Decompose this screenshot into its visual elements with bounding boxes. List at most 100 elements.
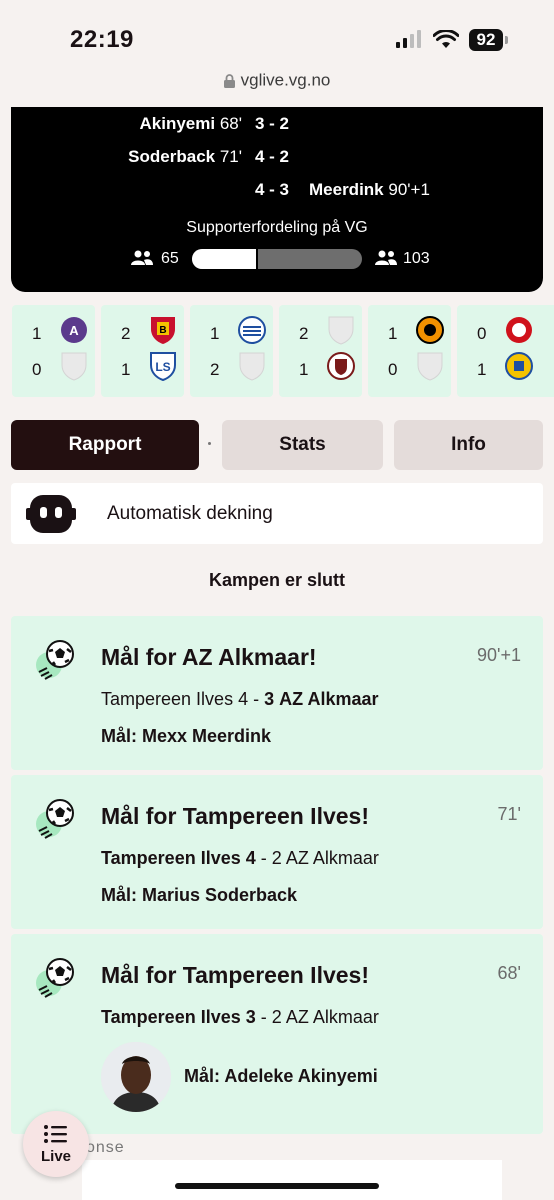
score-card: Akinyemi 68' 3 - 2 Soderback 71' 4 - 2 4… xyxy=(11,107,543,292)
home-score: 1 xyxy=(32,324,42,343)
goal-scorer: Akinyemi xyxy=(139,114,216,133)
tab-stats[interactable]: Stats xyxy=(222,420,383,470)
shield-crest-icon xyxy=(327,352,355,380)
home-score: 1 xyxy=(388,324,398,343)
battery-icon: 92 xyxy=(469,29,503,51)
event-scorer: Mål: Adeleke Akinyemi xyxy=(184,1066,378,1086)
goal-home-2: Soderback 71' xyxy=(11,147,242,167)
event-score: Tampereen Ilves 3 - 2 AZ Alkmaar xyxy=(101,1007,379,1028)
battery-tip xyxy=(505,36,508,44)
bate-crest-icon xyxy=(506,317,532,343)
goal-event-card[interactable]: Mål for Tampereen Ilves! 68' Tampereen I… xyxy=(11,934,543,1134)
supporter-distribution: 65 103 xyxy=(11,247,543,271)
robot-icon xyxy=(26,495,76,533)
match-status: Kampen er slutt xyxy=(208,570,346,590)
other-match-card[interactable]: 1 0 A xyxy=(12,305,95,397)
live-button-label: Live xyxy=(40,1148,71,1165)
score-separator: - xyxy=(255,848,272,868)
home-indicator[interactable] xyxy=(175,1183,379,1189)
home-goals: 3 xyxy=(245,1007,256,1027)
goal-score: 4 - 2 xyxy=(255,147,290,166)
home-team: Tampereen Ilves xyxy=(101,689,234,709)
supporter-bar-home-fill xyxy=(192,249,258,269)
generic-crest-icon xyxy=(239,352,265,381)
other-match-card[interactable]: 2 1 xyxy=(279,305,362,397)
goal-score: 4 - 3 xyxy=(255,180,290,199)
event-title: Mål for Tampereen Ilves! xyxy=(101,803,369,829)
away-score: 0 xyxy=(32,360,42,379)
event-scorer: Mål: Mexx Meerdink xyxy=(101,726,272,746)
sutjeska-crest-icon xyxy=(238,316,266,344)
url-text: vglive.vg.no xyxy=(240,70,331,90)
other-matches-row: 1 0 A 2 1 B LS 1 2 2 1 1 0 0 1 xyxy=(0,305,554,397)
goal-event-card[interactable]: Mål for Tampereen Ilves! 71' Tampereen I… xyxy=(11,775,543,929)
supporter-title: Supporterfordeling på VG xyxy=(186,219,368,236)
goal-away-1: Meerdink 90'+1 xyxy=(309,180,430,200)
goal-ball-icon xyxy=(36,799,74,839)
lausanne-crest-icon: LS xyxy=(150,352,176,381)
austria-wien-crest-icon: A xyxy=(61,317,87,343)
other-match-card[interactable]: 1 0 xyxy=(368,305,451,397)
goal-score: 3 - 2 xyxy=(255,114,290,133)
home-supporter-count: 65 xyxy=(161,250,179,267)
people-icon xyxy=(131,250,153,265)
svg-text:A: A xyxy=(69,323,79,338)
goal-scorer: Soderback xyxy=(128,147,216,166)
goal-minute: 90'+1 xyxy=(388,180,430,199)
dundee-united-crest-icon xyxy=(416,316,444,344)
brondby-crest-icon xyxy=(505,352,533,380)
svg-text:B: B xyxy=(159,325,166,336)
home-team: Tampereen Ilves xyxy=(101,848,241,868)
url-bar[interactable]: vglive.vg.no xyxy=(0,70,554,106)
home-score: 1 xyxy=(210,324,220,343)
event-title: Mål for Tampereen Ilves! xyxy=(101,962,369,988)
vardar-crest-icon: B xyxy=(151,317,175,344)
event-score: Tampereen Ilves 4 - 2 AZ Alkmaar xyxy=(101,848,379,869)
event-minute: 68' xyxy=(497,963,521,983)
wifi-icon xyxy=(433,30,459,48)
tab-bar: Rapport Stats Info xyxy=(0,420,554,470)
tab-info[interactable]: Info xyxy=(394,420,543,470)
event-minute: 71' xyxy=(497,804,521,824)
away-goals: 3 xyxy=(264,689,275,709)
clock: 22:19 xyxy=(70,26,134,53)
tab-rapport[interactable]: Rapport xyxy=(11,420,199,470)
supporter-bar xyxy=(192,249,362,269)
home-score: 2 xyxy=(121,324,131,343)
other-match-card[interactable]: 2 1 B LS xyxy=(101,305,184,397)
list-icon xyxy=(44,1125,67,1143)
other-match-card[interactable]: 0 1 xyxy=(457,305,554,397)
generic-crest-icon xyxy=(61,352,87,381)
away-team: AZ Alkmaar xyxy=(279,689,379,709)
away-score: 2 xyxy=(210,360,220,379)
ad-label: onse xyxy=(86,1139,125,1156)
player-avatar xyxy=(101,1042,171,1112)
lock-icon xyxy=(223,73,235,88)
tab-separator xyxy=(208,442,211,445)
generic-crest-icon xyxy=(328,316,354,345)
away-team: AZ Alkmaar xyxy=(285,1007,379,1027)
score-separator: - xyxy=(255,1007,272,1027)
home-team: Tampereen Ilves xyxy=(101,1007,241,1027)
home-score: 2 xyxy=(299,324,309,343)
event-scorer: Mål: Marius Soderback xyxy=(101,885,298,905)
away-score: 1 xyxy=(477,360,487,379)
home-goals: 4 xyxy=(238,689,249,709)
away-team: AZ Alkmaar xyxy=(285,848,379,868)
away-goals: 2 xyxy=(271,1007,282,1027)
automatic-coverage-label: Automatisk dekning xyxy=(107,503,273,524)
goal-event-card[interactable]: Mål for AZ Alkmaar! 90'+1 Tampereen Ilve… xyxy=(11,616,543,770)
away-score: 1 xyxy=(121,360,131,379)
away-supporter-count: 103 xyxy=(403,250,430,267)
other-match-card[interactable]: 1 2 xyxy=(190,305,273,397)
goal-ball-icon xyxy=(36,958,74,998)
automatic-coverage-banner[interactable]: Automatisk dekning xyxy=(11,483,543,544)
svg-text:LS: LS xyxy=(155,360,170,374)
generic-crest-icon xyxy=(417,352,443,381)
home-goals: 4 xyxy=(245,848,256,868)
advertisement[interactable] xyxy=(82,1160,502,1200)
event-minute: 90'+1 xyxy=(477,645,521,665)
goal-minute: 68' xyxy=(219,114,242,133)
live-button[interactable]: Live xyxy=(23,1111,89,1177)
player-photo-icon xyxy=(101,1042,171,1112)
